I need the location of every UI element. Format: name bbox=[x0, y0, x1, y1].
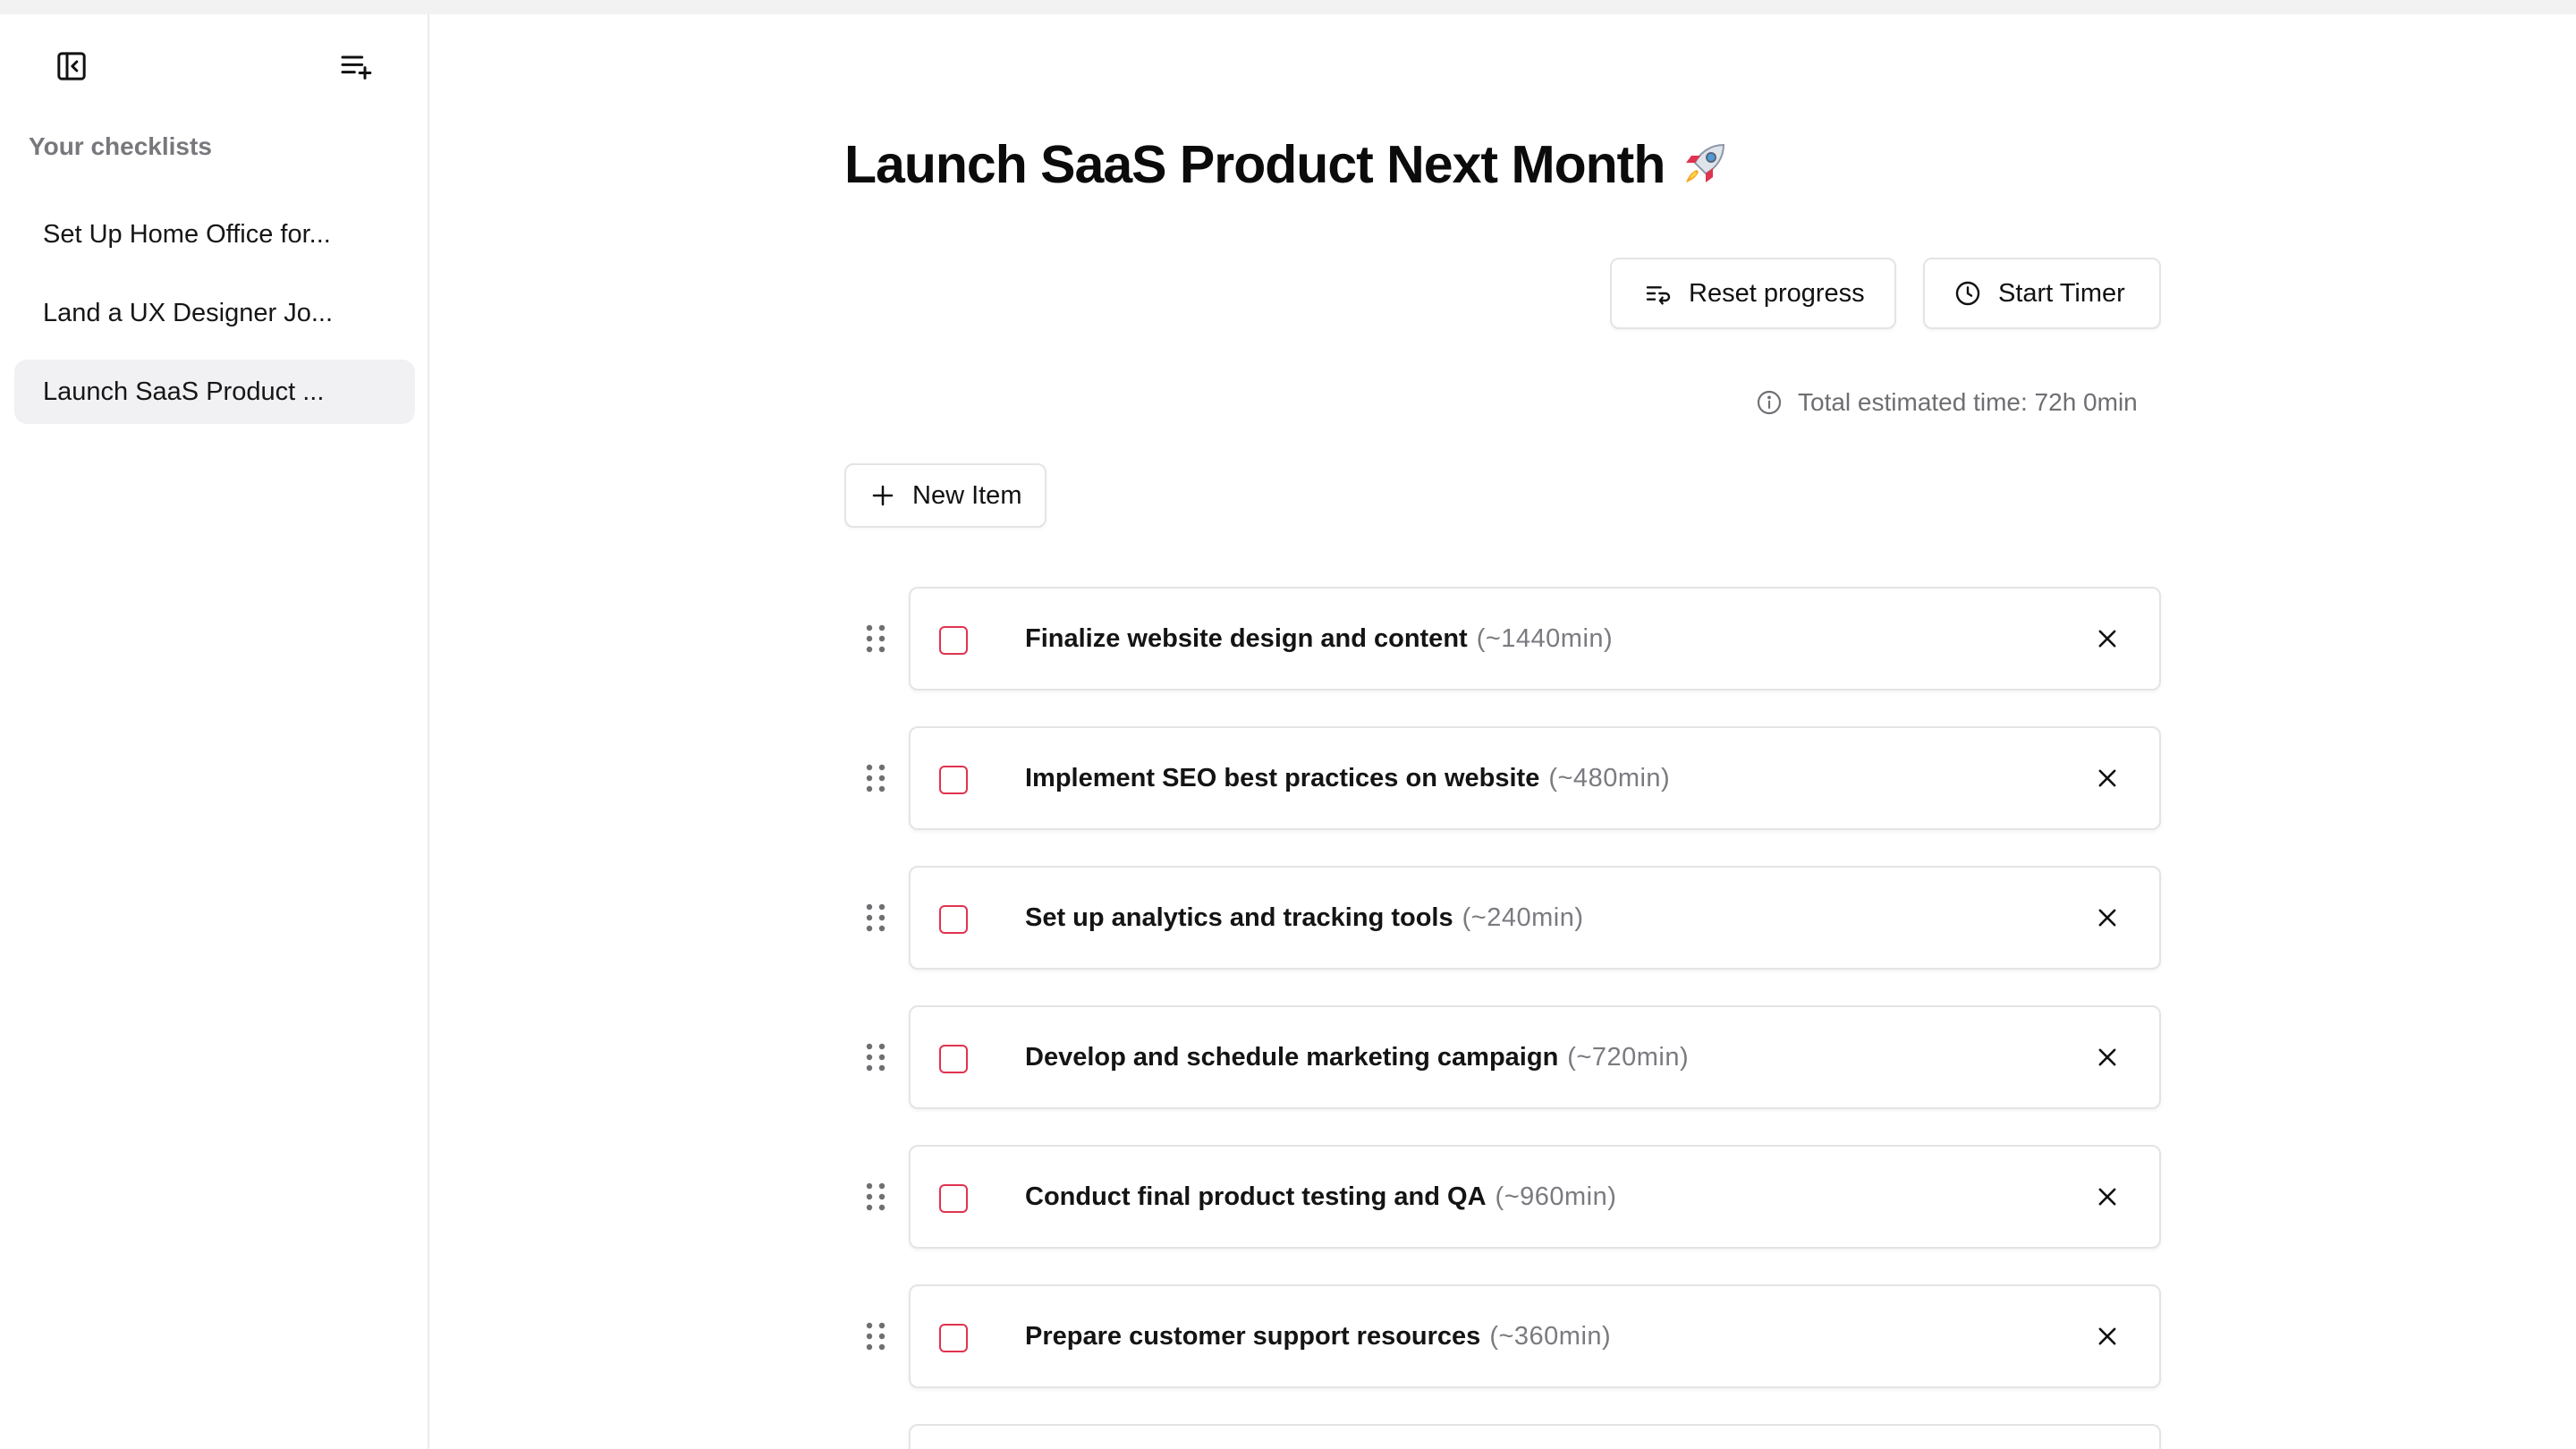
item-checkbox[interactable] bbox=[939, 905, 968, 934]
item-checkbox[interactable] bbox=[939, 1045, 968, 1073]
info-icon bbox=[1757, 390, 1782, 415]
item-label: Develop and schedule marketing campaign bbox=[1025, 1042, 1559, 1072]
checklist-item-card: Prepare customer support resources (~360… bbox=[909, 1284, 2161, 1388]
checklist-item: Finalize website design and content (~14… bbox=[844, 587, 2161, 691]
item-text: Develop and schedule marketing campaign … bbox=[1025, 1007, 1689, 1107]
item-label: Set up analytics and tracking tools bbox=[1025, 902, 1453, 932]
sidebar-collapse-button[interactable] bbox=[50, 45, 93, 88]
item-label: Conduct final product testing and QA bbox=[1025, 1182, 1487, 1211]
drag-handle-icon[interactable] bbox=[864, 1320, 887, 1352]
checklist-items: Finalize website design and content (~14… bbox=[844, 587, 2161, 1449]
item-label: Implement SEO best practices on website bbox=[1025, 763, 1540, 792]
plus-icon bbox=[872, 485, 894, 506]
close-icon bbox=[2098, 769, 2116, 787]
item-checkbox[interactable] bbox=[939, 1184, 968, 1213]
close-icon bbox=[2098, 909, 2116, 927]
checklist-list: Set Up Home Office for... Land a UX Desi… bbox=[14, 202, 415, 438]
checklist-item: Prepare customer support resources (~360… bbox=[844, 1284, 2161, 1388]
top-bar bbox=[0, 0, 2576, 14]
new-item-button[interactable]: New Item bbox=[844, 463, 1046, 528]
page-title: Launch SaaS Product Next Month bbox=[844, 134, 1733, 195]
item-time: (~360min) bbox=[1489, 1321, 1612, 1351]
item-time: (~960min) bbox=[1495, 1182, 1617, 1211]
remove-item-button[interactable] bbox=[2093, 903, 2122, 932]
item-label: Prepare customer support resources bbox=[1025, 1321, 1481, 1351]
checklists-heading: Your checklists bbox=[29, 132, 212, 160]
remove-item-button[interactable] bbox=[2093, 1322, 2122, 1351]
checklist-item-card: Finalize website design and content (~14… bbox=[909, 587, 2161, 691]
reset-list-icon bbox=[1646, 286, 1671, 305]
start-timer-button[interactable]: Start Timer bbox=[1923, 258, 2161, 329]
item-time: (~720min) bbox=[1567, 1042, 1690, 1072]
item-time: (~240min) bbox=[1462, 902, 1584, 932]
close-icon bbox=[2098, 1188, 2116, 1206]
item-label: Finalize website design and content bbox=[1025, 623, 1468, 653]
checklist-item-partial bbox=[844, 1424, 2161, 1449]
item-text: Conduct final product testing and QA (~9… bbox=[1025, 1147, 1616, 1247]
page-title-text: Launch SaaS Product Next Month bbox=[844, 135, 1665, 194]
checklist-item: Conduct final product testing and QA (~9… bbox=[844, 1145, 2161, 1249]
checklist-item: Set up analytics and tracking tools (~24… bbox=[844, 866, 2161, 970]
item-checkbox[interactable] bbox=[939, 1324, 968, 1352]
checklist-item: Implement SEO best practices on website … bbox=[844, 726, 2161, 830]
checklist-item-card: Conduct final product testing and QA (~9… bbox=[909, 1145, 2161, 1249]
item-time: (~1440min) bbox=[1476, 623, 1614, 653]
new-checklist-button[interactable] bbox=[335, 45, 377, 88]
item-checkbox[interactable] bbox=[939, 766, 968, 794]
checklist-item-card: Implement SEO best practices on website … bbox=[909, 726, 2161, 830]
reset-progress-button[interactable]: Reset progress bbox=[1610, 258, 1896, 329]
drag-handle-icon[interactable] bbox=[864, 1181, 887, 1213]
sidebar-collapse-icon bbox=[57, 52, 86, 80]
rocket-icon bbox=[1686, 143, 1725, 182]
sidebar: Your checklists Set Up Home Office for..… bbox=[0, 14, 429, 1449]
remove-item-button[interactable] bbox=[2093, 1182, 2122, 1211]
checklist-item-card bbox=[909, 1424, 2161, 1449]
main-content: Launch SaaS Product Next Month Reset pro… bbox=[431, 14, 2576, 1449]
remove-item-button[interactable] bbox=[2093, 1043, 2122, 1072]
remove-item-button[interactable] bbox=[2093, 624, 2122, 653]
item-text: Finalize website design and content (~14… bbox=[1025, 589, 1613, 689]
checklist-item: Develop and schedule marketing campaign … bbox=[844, 1005, 2161, 1109]
estimated-time: Total estimated time: 72h 0min bbox=[1755, 388, 2138, 417]
item-text: Implement SEO best practices on website … bbox=[1025, 728, 1670, 828]
remove-item-button[interactable] bbox=[2093, 764, 2122, 792]
checklist-item-card: Set up analytics and tracking tools (~24… bbox=[909, 866, 2161, 970]
drag-handle-icon[interactable] bbox=[864, 1041, 887, 1073]
close-icon bbox=[2098, 1048, 2116, 1066]
drag-handle-icon[interactable] bbox=[864, 762, 887, 794]
item-text: Prepare customer support resources (~360… bbox=[1025, 1286, 1611, 1386]
new-item-label: New Item bbox=[912, 480, 1022, 510]
close-icon bbox=[2098, 1327, 2116, 1345]
clock-icon bbox=[1955, 281, 1980, 306]
estimated-time-text: Total estimated time: 72h 0min bbox=[1798, 388, 2138, 416]
checklist-item-card: Develop and schedule marketing campaign … bbox=[909, 1005, 2161, 1109]
drag-handle-icon[interactable] bbox=[864, 902, 887, 934]
start-timer-label: Start Timer bbox=[1998, 278, 2125, 308]
sidebar-item-launch-saas[interactable]: Launch SaaS Product ... bbox=[14, 360, 415, 424]
sidebar-item-home-office[interactable]: Set Up Home Office for... bbox=[14, 202, 415, 267]
list-add-icon bbox=[341, 55, 372, 80]
item-text: Set up analytics and tracking tools (~24… bbox=[1025, 868, 1584, 968]
close-icon bbox=[2098, 630, 2116, 648]
drag-handle-icon[interactable] bbox=[864, 623, 887, 655]
sidebar-item-ux-designer[interactable]: Land a UX Designer Jo... bbox=[14, 281, 415, 345]
item-time: (~480min) bbox=[1548, 763, 1671, 792]
item-checkbox[interactable] bbox=[939, 626, 968, 655]
reset-progress-label: Reset progress bbox=[1689, 278, 1865, 308]
